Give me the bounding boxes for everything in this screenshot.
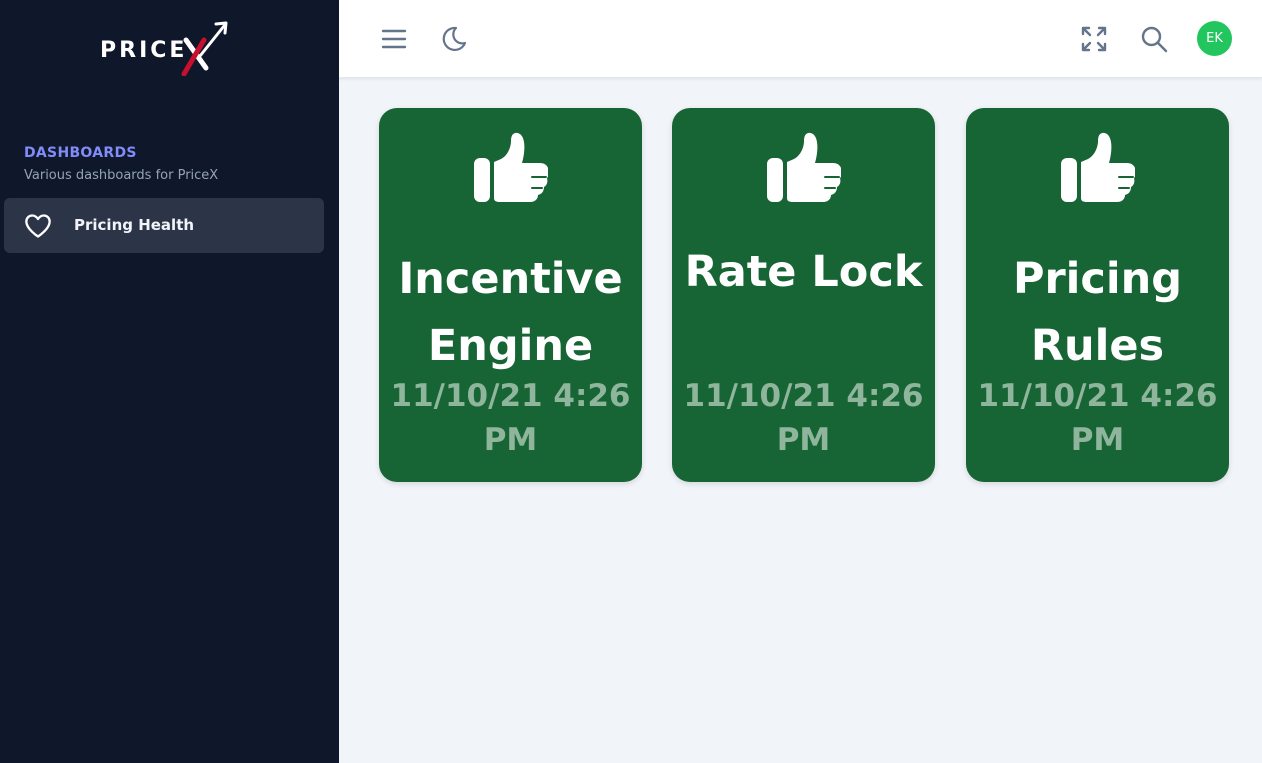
user-avatar[interactable]: EK [1197,21,1232,56]
card-title: Rate Lock [684,247,923,297]
pricex-logo[interactable]: PRICE [100,20,230,76]
status-card-rate-lock[interactable]: Rate Lock 11/10/21 4:26 PM [672,108,935,482]
top-bar: EK [339,0,1262,78]
status-card-pricing-rules[interactable]: Pricing Rules 11/10/21 4:26 PM [966,108,1229,482]
thumbs-up-icon [474,132,548,202]
card-timestamp: 11/10/21 4:26 PM [683,378,924,458]
card-title: Incentive Engine [398,254,623,371]
logo-text: PRICE [100,38,188,63]
sidebar-item-label: Pricing Health [74,216,195,234]
thumbs-up-icon [767,132,841,202]
menu-icon[interactable] [379,24,409,54]
card-timestamp: 11/10/21 4:26 PM [977,378,1218,458]
section-title: DASHBOARDS [24,145,137,161]
moon-icon[interactable] [439,24,469,54]
fullscreen-icon[interactable] [1079,24,1109,54]
section-subtitle: Various dashboards for PriceX [24,168,219,183]
status-card-incentive-engine[interactable]: Incentive Engine 11/10/21 4:26 PM [379,108,642,482]
sidebar: PRICE DASHBOARDS Various dashboards for … [0,0,339,763]
thumbs-up-icon [1061,132,1135,202]
search-icon[interactable] [1139,24,1169,54]
sidebar-item-pricing-health[interactable]: Pricing Health [4,198,324,253]
heart-icon [25,214,51,238]
logo-x-arrow-icon [181,21,228,76]
card-timestamp: 11/10/21 4:26 PM [390,378,631,458]
card-title: Pricing Rules [1012,254,1183,371]
